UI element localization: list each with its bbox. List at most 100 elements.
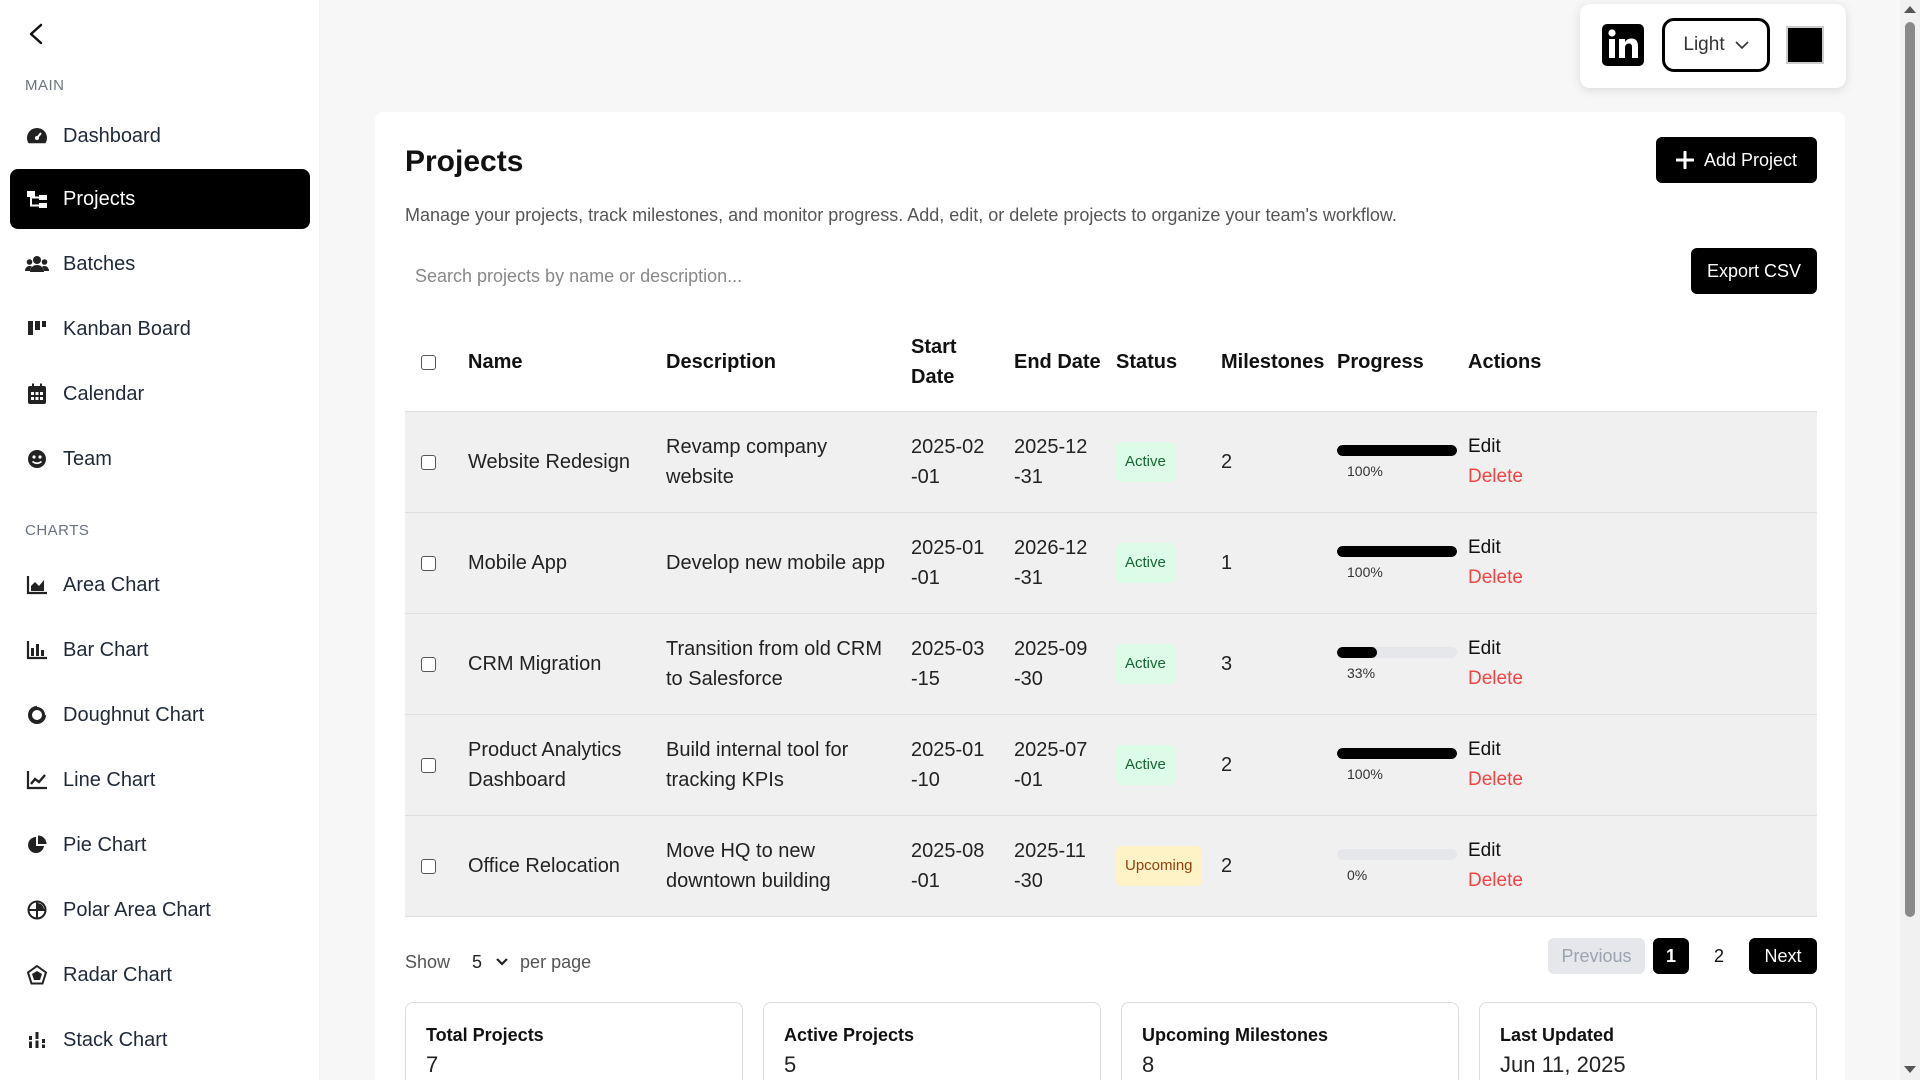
actions-cell: Edit Delete [1468,614,1523,714]
edit-button[interactable]: Edit [1468,533,1523,563]
chevron-down-icon [496,958,508,966]
stat-value: Jun 11, 2025 [1500,1052,1626,1077]
select-all-checkbox-cell [421,312,436,412]
table-row[interactable]: Mobile App Develop new mobile app 2025-01-… [405,513,1817,614]
sidebar-item-label: Projects [63,187,136,210]
edit-button[interactable]: Edit [1468,836,1523,866]
delete-button[interactable]: Delete [1468,664,1523,694]
delete-button[interactable]: Delete [1468,563,1523,593]
sidebar-item-calendar[interactable]: Calendar [10,364,310,424]
previous-page-button[interactable]: Previous [1548,938,1645,974]
team-icon [25,447,49,471]
sidebar-item-stack-chart[interactable]: Stack Chart [10,1010,310,1070]
page-subtitle: Manage your projects, track milestones, … [405,205,1397,225]
status-cell: Active [1116,513,1175,613]
sidebar-item-area-chart[interactable]: Area Chart [10,555,310,615]
sidebar-item-label: Area Chart [63,573,160,596]
progress-cell: 100% [1337,715,1457,815]
row-checkbox[interactable] [421,656,436,672]
linkedin-icon[interactable] [1602,24,1644,66]
status-cell: Active [1116,412,1175,512]
table-row[interactable]: Website Redesign Revamp company website 20… [405,412,1817,513]
header-actions: Actions [1468,351,1542,373]
sidebar-item-team[interactable]: Team [10,429,310,489]
row-checkbox[interactable] [421,858,436,874]
header-progress[interactable]: Progress [1337,312,1424,412]
sidebar-item-kanban-board[interactable]: Kanban Board [10,299,310,359]
progress-label: 100% [1347,462,1383,479]
per-page-select[interactable]: 5 [472,952,508,973]
plus-icon [1675,147,1695,173]
delete-button[interactable]: Delete [1468,765,1523,795]
sidebar-item-label: Dashboard [63,124,161,147]
add-project-label: Add Project [1703,149,1798,170]
milestone-count: 2 [1221,451,1233,473]
sidebar-item-bar-chart[interactable]: Bar Chart [10,620,310,680]
project-start-date: 2025-03-15 [911,638,985,690]
sidebar-item-line-chart[interactable]: Line Chart [10,750,310,810]
delete-button[interactable]: Delete [1468,462,1523,492]
export-csv-button[interactable]: Export CSV [1691,248,1817,294]
row-checkbox[interactable] [421,555,436,571]
page-button-1[interactable]: 1 [1653,938,1689,974]
search-input[interactable] [405,254,1405,298]
project-name: Product Analytics Dashboard [468,739,622,791]
sidebar-item-label: Line Chart [63,768,156,791]
sidebar-item-polar-area-chart[interactable]: Polar Area Chart [10,880,310,940]
line-chart-icon [25,768,49,792]
table-row[interactable]: CRM Migration Transition from old CRM to … [405,614,1817,715]
back-arrow-icon[interactable] [22,20,50,48]
sidebar-item-dashboard[interactable]: Dashboard [10,106,310,166]
header-milestones[interactable]: Milestones [1221,312,1324,412]
project-start-date: 2025-08-01 [911,840,985,892]
next-page-button[interactable]: Next [1749,938,1817,974]
actions-cell: Edit Delete [1468,513,1523,613]
edit-button[interactable]: Edit [1468,735,1523,765]
progress-label: 33% [1347,664,1376,681]
per-page-label: per page [520,951,592,972]
project-name: Mobile App [468,552,567,574]
header-name[interactable]: Name [468,312,522,412]
theme-select[interactable]: Light [1662,18,1770,72]
radar-chart-icon [25,963,49,987]
row-checkbox[interactable] [421,757,436,773]
edit-button[interactable]: Edit [1468,634,1523,664]
delete-button[interactable]: Delete [1468,866,1523,896]
scroll-up-arrow-icon[interactable] [1904,6,1916,13]
table-row[interactable]: Office Relocation Move HQ to new downtown… [405,816,1817,917]
area-chart-icon [25,573,49,597]
scrollbar-thumb[interactable] [1905,22,1915,917]
sidebar-item-doughnut-chart[interactable]: Doughnut Chart [10,685,310,745]
table-row[interactable]: Product Analytics Dashboard Build interna… [405,715,1817,816]
polar-area-chart-icon [25,898,49,922]
sidebar-item-label: Bar Chart [63,638,149,661]
edit-button[interactable]: Edit [1468,432,1523,462]
header-start-date[interactable]: Start Date [911,312,981,412]
section-label-main: MAIN [25,77,65,94]
header-status[interactable]: Status [1116,312,1177,412]
projects-card: Projects Add Project Manage your project… [375,112,1845,1080]
row-checkbox-cell [421,715,436,815]
row-checkbox[interactable] [421,454,436,470]
select-all-checkbox[interactable] [421,354,436,370]
milestone-count: 1 [1221,552,1233,574]
table-body: Website Redesign Revamp company website 20… [405,412,1817,917]
show-label: Show [405,951,451,972]
sidebar-item-radar-chart[interactable]: Radar Chart [10,945,310,1005]
progress-bar-fill [1337,545,1457,557]
project-description: Develop new mobile app [666,552,886,574]
header-end-date[interactable]: End Date [1014,312,1101,412]
accent-color-picker[interactable] [1786,26,1824,64]
actions-cell: Edit Delete [1468,816,1523,916]
milestone-count: 2 [1221,754,1233,776]
sidebar-item-label: Radar Chart [63,963,172,986]
add-project-button[interactable]: Add Project [1656,137,1817,183]
scroll-down-arrow-icon[interactable] [1904,1066,1916,1073]
sidebar-item-projects[interactable]: Projects [10,169,310,229]
header-description[interactable]: Description [666,312,776,412]
sidebar-item-pie-chart[interactable]: Pie Chart [10,815,310,875]
sidebar-item-batches[interactable]: Batches [10,234,310,294]
page-button-2[interactable]: 2 [1701,938,1737,974]
project-end-date: 2025-09-30 [1014,638,1088,690]
actions-cell: Edit Delete [1468,715,1523,815]
